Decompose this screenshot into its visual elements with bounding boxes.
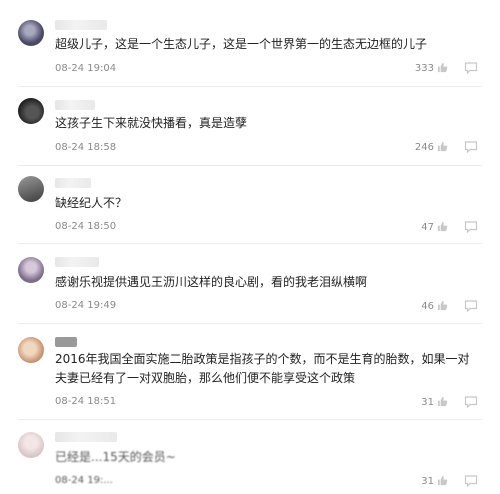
thumbs-up-icon[interactable] (437, 475, 448, 486)
divider (18, 165, 482, 166)
comment-more-icon[interactable] (464, 62, 478, 74)
comment-more-icon[interactable] (464, 141, 478, 153)
username-blurred[interactable] (55, 178, 91, 188)
comment-text: 这孩子生下来就没快播看，真是造孽 (55, 116, 248, 130)
like-count: 333 (414, 63, 434, 74)
divider (18, 323, 482, 324)
avatar[interactable] (18, 176, 44, 202)
avatar[interactable] (18, 257, 44, 283)
thumbs-up-icon[interactable] (437, 141, 448, 152)
like-count: 47 (421, 222, 434, 233)
comment-item: 已经是...15天的会员~ 08-24 19:... 31 (0, 430, 500, 494)
avatar[interactable] (18, 98, 44, 124)
comment-time: 08-24 19:49 (55, 300, 117, 311)
comment-text: 缺经纪人不？ (55, 196, 128, 210)
comment-item: 2016年我国全面实施二胎政策是指孩子的个数，而不是生育的胎数，如果一对夫妻已经… (0, 335, 500, 417)
username-blurred[interactable] (55, 337, 77, 347)
username-blurred[interactable] (55, 432, 117, 442)
comment-more-icon[interactable] (464, 475, 478, 487)
divider (18, 243, 482, 244)
comment-item: 感谢乐视提供遇见王沥川这样的良心剧，看的我老泪纵横啊 08-24 19:49 4… (0, 255, 500, 317)
thumbs-up-icon[interactable] (437, 396, 448, 407)
thumbs-up-icon[interactable] (437, 221, 448, 232)
username-blurred[interactable] (55, 20, 107, 30)
comment-more-icon[interactable] (464, 300, 478, 312)
comment-item: 超级儿子，这是一个生态儿子，这是一个世界第一的生态无边框的儿子 08-24 19… (0, 18, 500, 80)
comment-more-icon[interactable] (464, 396, 478, 408)
like-count: 246 (414, 142, 434, 153)
username-blurred[interactable] (55, 100, 95, 110)
comment-time: 08-24 19:... (55, 475, 113, 486)
comment-text: 感谢乐视提供遇见王沥川这样的良心剧，看的我老泪纵横啊 (55, 275, 368, 289)
thumbs-up-icon[interactable] (437, 62, 448, 73)
comment-item: 这孩子生下来就没快播看，真是造孽 08-24 18:58 246 (0, 98, 500, 160)
comment-time: 08-24 19:04 (55, 63, 117, 74)
like-count: 46 (421, 301, 434, 312)
comment-item: 缺经纪人不？ 08-24 18:50 47 (0, 176, 500, 238)
avatar[interactable] (18, 432, 44, 458)
divider (18, 419, 482, 420)
like-count: 31 (421, 397, 434, 408)
comment-more-icon[interactable] (464, 221, 478, 233)
divider (18, 86, 482, 87)
thumbs-up-icon[interactable] (437, 300, 448, 311)
username-blurred[interactable] (55, 257, 99, 267)
avatar[interactable] (18, 337, 44, 363)
comment-time: 08-24 18:58 (55, 142, 117, 153)
comment-text: 2016年我国全面实施二胎政策是指孩子的个数，而不是生育的胎数，如果一对夫妻已经… (55, 352, 470, 385)
like-count: 31 (421, 476, 434, 487)
comment-text: 超级儿子，这是一个生态儿子，这是一个世界第一的生态无边框的儿子 (55, 37, 428, 51)
comment-time: 08-24 18:50 (55, 221, 117, 232)
comment-text: 已经是...15天的会员~ (55, 450, 176, 464)
comment-time: 08-24 18:51 (55, 396, 117, 407)
avatar[interactable] (18, 20, 44, 46)
